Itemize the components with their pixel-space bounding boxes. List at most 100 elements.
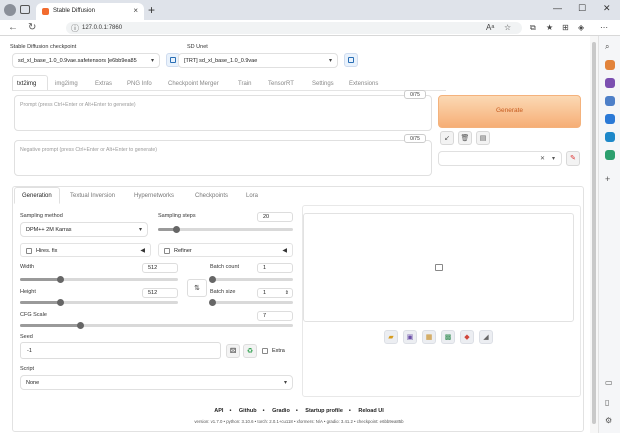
footer-link-api[interactable]: API <box>214 408 223 414</box>
slider-handle[interactable] <box>77 322 85 329</box>
cfg-scale-input[interactable]: 7 <box>257 311 293 321</box>
seed-input[interactable]: -1 <box>20 342 221 359</box>
send-to-extras-button[interactable]: ◢ <box>479 330 493 344</box>
new-tab-button[interactable]: + <box>148 3 155 17</box>
office-icon[interactable] <box>605 114 615 124</box>
batch-count-slider[interactable] <box>209 276 293 283</box>
add-sidebar-app-icon[interactable]: + <box>605 174 615 184</box>
slider-handle[interactable] <box>56 276 64 283</box>
menu-dots-icon[interactable]: ⋯ <box>600 23 608 32</box>
clear-prompt-button[interactable]: 🗑 <box>458 131 472 145</box>
drop-icon[interactable] <box>605 150 615 160</box>
footer-link-startup-profile[interactable]: Startup profile <box>305 408 343 414</box>
subtab-textual-inversion[interactable]: Textual Inversion <box>70 193 115 199</box>
outlook-icon[interactable] <box>605 132 615 142</box>
scrollbar-thumb[interactable] <box>592 42 596 424</box>
tab-settings[interactable]: Settings <box>312 81 334 87</box>
site-info-icon[interactable]: ⓘ <box>71 23 79 34</box>
subtab-checkpoints[interactable]: Checkpoints <box>195 193 228 199</box>
refresh-unet-button[interactable] <box>344 53 358 67</box>
image-gallery[interactable] <box>303 213 574 322</box>
sampling-steps-slider[interactable] <box>158 226 293 233</box>
sidebar-toggle-icon[interactable]: ▯ <box>605 398 615 408</box>
checkpoint-select[interactable]: sd_xl_base_1.0_0.9vae.safetensors [e6bb9… <box>12 53 160 68</box>
sampling-steps-input[interactable]: 20 <box>257 212 293 222</box>
prompt-input[interactable]: Prompt (press Ctrl+Enter or Alt+Enter to… <box>14 95 432 131</box>
batch-size-input[interactable]: 1 ⇕ <box>257 288 293 298</box>
tab-extras[interactable]: Extras <box>95 81 112 87</box>
height-slider[interactable] <box>20 299 178 306</box>
shopping-icon[interactable] <box>605 60 615 70</box>
refresh-icon[interactable]: ↻ <box>28 22 36 33</box>
refiner-accordion[interactable]: Refiner ◀ <box>158 243 293 257</box>
width-input[interactable]: 512 <box>142 263 178 273</box>
random-seed-button[interactable]: ⚄ <box>226 344 240 358</box>
batch-count-input[interactable]: 1 <box>257 263 293 273</box>
read-params-button[interactable]: ↙ <box>440 131 454 145</box>
footer-link-github[interactable]: Github <box>239 408 257 414</box>
open-folder-button[interactable]: ▰ <box>384 330 398 344</box>
favorite-star-icon[interactable]: ☆ <box>504 23 511 32</box>
back-icon[interactable]: ← <box>8 22 18 33</box>
generate-button[interactable]: Generate <box>438 95 581 128</box>
read-aloud-icon[interactable]: Aᵃ <box>486 23 494 32</box>
tab-checkpoint-merger[interactable]: Checkpoint Merger <box>168 81 219 87</box>
batch-size-slider[interactable] <box>209 299 293 306</box>
edit-styles-button[interactable]: ✎ <box>566 151 580 166</box>
subtab-generation[interactable]: Generation <box>22 193 52 199</box>
tab-img2img[interactable]: img2img <box>55 81 78 87</box>
slider-handle[interactable] <box>209 299 216 306</box>
tab-extensions[interactable]: Extensions <box>349 81 378 87</box>
tab-png-info[interactable]: PNG Info <box>127 81 152 87</box>
settings-gear-icon[interactable]: ⚙ <box>605 416 615 426</box>
send-to-img2img-button[interactable]: ▩ <box>441 330 455 344</box>
collections-icon[interactable]: ⊞ <box>562 23 569 32</box>
hires-fix-checkbox[interactable] <box>26 248 32 254</box>
apply-styles-button[interactable]: ▤ <box>476 131 490 145</box>
height-input[interactable]: 512 <box>142 288 178 298</box>
profile-avatar-icon[interactable] <box>4 4 16 16</box>
games-icon[interactable] <box>605 78 615 88</box>
browser-tab[interactable]: Stable Diffusion × <box>36 3 144 20</box>
footer-link-reload-ui[interactable]: Reload UI <box>358 408 383 414</box>
hires-fix-accordion[interactable]: Hires. fix ◀ <box>20 243 151 257</box>
zip-button[interactable]: ▦ <box>422 330 436 344</box>
tab-actions-icon[interactable] <box>20 5 30 14</box>
maximize-icon[interactable]: ☐ <box>578 3 586 14</box>
copilot-icon[interactable]: ◈ <box>578 23 584 32</box>
unet-select[interactable]: [TRT] sd_xl_base_1.0_0.9vae ▾ <box>178 53 338 68</box>
script-select[interactable]: None ▾ <box>20 375 293 390</box>
tab-close-icon[interactable]: × <box>133 6 138 15</box>
close-window-icon[interactable]: ✕ <box>603 3 611 14</box>
negative-prompt-input[interactable]: Negative prompt (press Ctrl+Enter or Alt… <box>14 140 432 176</box>
tools-icon[interactable] <box>605 96 615 106</box>
tab-txt2img[interactable]: txt2img <box>17 81 36 87</box>
swap-dimensions-button[interactable]: ⇅ <box>187 279 207 297</box>
width-slider[interactable] <box>20 276 178 283</box>
slider-handle[interactable] <box>172 226 180 233</box>
cfg-scale-slider[interactable] <box>20 322 293 329</box>
subtab-lora[interactable]: Lora <box>246 193 258 199</box>
extra-checkbox[interactable] <box>262 348 268 354</box>
send-to-inpaint-button[interactable]: ◆ <box>460 330 474 344</box>
favorites-icon[interactable]: ★ <box>546 23 553 32</box>
collapse-arrow-icon[interactable]: ◀ <box>140 247 145 254</box>
slider-handle[interactable] <box>56 299 64 306</box>
styles-select[interactable]: ✕ ▾ <box>438 151 562 166</box>
reuse-seed-button[interactable]: ♻ <box>243 344 257 358</box>
screen-icon[interactable]: ▭ <box>605 378 615 388</box>
url-field[interactable]: ⓘ 127.0.0.1:7860 Aᵃ ☆ <box>66 22 522 34</box>
subtab-hypernetworks[interactable]: Hypernetworks <box>134 193 174 199</box>
clear-styles-icon[interactable]: ✕ <box>540 155 545 162</box>
page-scrollbar[interactable] <box>590 36 598 433</box>
search-icon[interactable]: ⌕ <box>605 42 615 52</box>
minimize-icon[interactable]: — <box>553 3 562 13</box>
split-screen-icon[interactable]: ⧉ <box>530 23 536 33</box>
save-button[interactable]: ▣ <box>403 330 417 344</box>
stepper-icon[interactable]: ⇕ <box>285 289 289 298</box>
sampling-method-select[interactable]: DPM++ 2M Karras ▾ <box>20 222 148 237</box>
collapse-arrow-icon[interactable]: ◀ <box>282 247 287 254</box>
tab-train[interactable]: Train <box>238 81 251 87</box>
refiner-checkbox[interactable] <box>164 248 170 254</box>
slider-handle[interactable] <box>209 276 216 283</box>
